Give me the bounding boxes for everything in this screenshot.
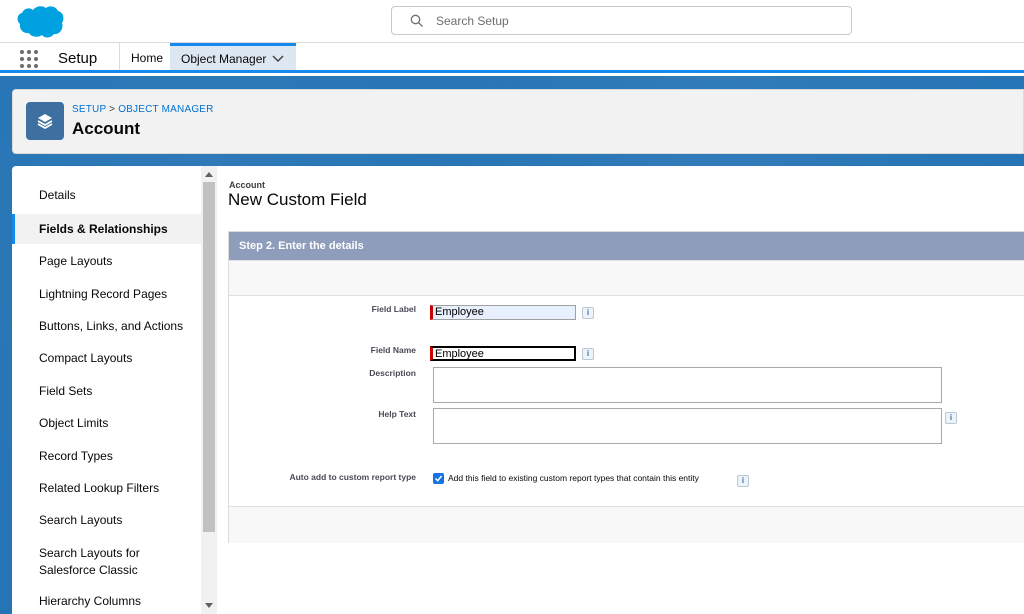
sidebar-item-lightning-record-pages[interactable]: Lightning Record Pages <box>12 287 201 301</box>
breadcrumb: SETUP > OBJECT MANAGER <box>72 104 214 115</box>
scroll-thumb[interactable] <box>203 182 215 532</box>
form-panel: Step 2. Enter the details Field Label Em… <box>228 231 1024 543</box>
auto-add-checkbox-text: Add this field to existing custom report… <box>448 473 699 483</box>
context-bar: Setup Home Object Manager <box>0 43 1024 73</box>
description-label: Description <box>369 368 416 378</box>
sidebar-item-search-layouts-classic[interactable]: Search Layouts for Salesforce Classic <box>12 545 162 579</box>
tab-object-manager-label: Object Manager <box>181 52 267 66</box>
auto-add-checkbox[interactable] <box>433 473 444 484</box>
description-textarea[interactable] <box>433 367 942 403</box>
scroll-up-arrow-icon[interactable] <box>205 172 213 177</box>
form-footer <box>229 507 1024 543</box>
sidebar-item-page-layouts[interactable]: Page Layouts <box>12 254 201 268</box>
breadcrumb-setup[interactable]: SETUP <box>72 104 106 115</box>
page-header: SETUP > OBJECT MANAGER Account <box>12 89 1024 154</box>
page-title: Account <box>72 119 140 138</box>
field-label-info-icon[interactable]: i <box>582 307 594 319</box>
field-name-input[interactable]: Employee <box>430 346 576 361</box>
main-title: New Custom Field <box>228 190 367 209</box>
tab-home-label: Home <box>131 51 164 65</box>
app-launcher-icon[interactable] <box>20 50 38 68</box>
tab-home[interactable]: Home <box>119 43 171 70</box>
search-input[interactable] <box>436 11 836 31</box>
sidebar-item-object-limits[interactable]: Object Limits <box>12 416 201 430</box>
sidebar-item-record-types[interactable]: Record Types <box>12 449 201 463</box>
search-icon <box>410 14 423 27</box>
sidebar-item-field-sets[interactable]: Field Sets <box>12 384 201 398</box>
sidebar-item-related-lookup-filters[interactable]: Related Lookup Filters <box>12 481 201 495</box>
step-header: Step 2. Enter the details <box>229 232 1024 260</box>
sidebar: Details Fields & Relationships Page Layo… <box>12 166 217 614</box>
help-text-label: Help Text <box>378 409 416 419</box>
sidebar-item-hierarchy-columns[interactable]: Hierarchy Columns <box>12 594 201 608</box>
global-header <box>0 0 1024 43</box>
sidebar-item-compact-layouts[interactable]: Compact Layouts <box>12 351 201 365</box>
app-name: Setup <box>58 50 98 67</box>
sidebar-item-fields-relationships[interactable]: Fields & Relationships <box>12 214 201 244</box>
main-content: Account New Custom Field Step 2. Enter t… <box>217 166 1024 614</box>
object-label: Account <box>229 180 265 190</box>
field-label-input[interactable]: Employee <box>430 305 576 320</box>
salesforce-cloud-logo[interactable] <box>12 4 64 40</box>
field-label-label: Field Label <box>371 304 416 314</box>
sidebar-scrollbar[interactable] <box>201 166 217 614</box>
field-name-info-icon[interactable]: i <box>582 348 594 360</box>
search-box[interactable] <box>391 6 852 35</box>
field-name-label: Field Name <box>370 345 416 355</box>
sidebar-item-buttons-links-actions[interactable]: Buttons, Links, and Actions <box>12 319 201 333</box>
help-text-info-icon[interactable]: i <box>945 412 957 424</box>
sidebar-item-search-layouts[interactable]: Search Layouts <box>12 513 201 527</box>
chevron-down-icon[interactable] <box>272 54 284 64</box>
checkmark-icon <box>434 475 443 482</box>
object-layers-icon <box>26 102 64 140</box>
breadcrumb-separator: > <box>109 104 116 115</box>
scroll-down-arrow-icon[interactable] <box>205 603 213 608</box>
sidebar-item-details[interactable]: Details <box>12 188 201 202</box>
help-text-textarea[interactable] <box>433 408 942 444</box>
auto-add-info-icon[interactable]: i <box>737 475 749 487</box>
tab-object-manager[interactable]: Object Manager <box>170 43 296 70</box>
auto-add-label: Auto add to custom report type <box>289 472 416 482</box>
breadcrumb-object-manager[interactable]: OBJECT MANAGER <box>118 104 213 115</box>
